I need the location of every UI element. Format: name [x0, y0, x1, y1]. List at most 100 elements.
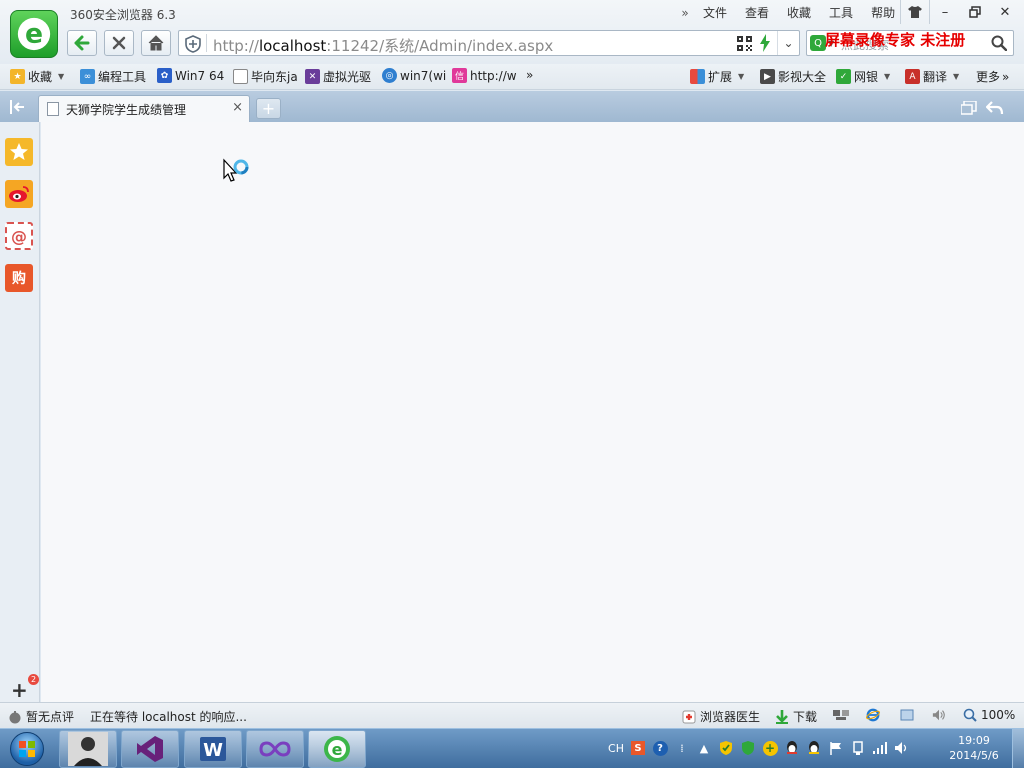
window-mode-button[interactable] — [900, 708, 918, 722]
taskbar-user-photo[interactable] — [59, 730, 117, 768]
home-icon — [148, 35, 164, 51]
sidebar-add-button[interactable]: + — [11, 678, 28, 702]
page-content-area[interactable] — [41, 122, 1024, 702]
search-button[interactable] — [985, 31, 1013, 55]
toolbar-ebank[interactable]: ✓ 网银 ▼ — [836, 68, 890, 85]
toolbar-video[interactable]: ▶ 影视大全 — [760, 68, 826, 85]
bookmark-virtual-drive[interactable]: ✕ 虚拟光驱 — [305, 68, 371, 85]
app-title: 360安全浏览器 6.3 — [70, 8, 176, 22]
taskbar-infinity-app[interactable] — [246, 730, 304, 768]
taskbar-visual-studio[interactable] — [121, 730, 179, 768]
tab-close-icon[interactable]: × — [232, 100, 243, 115]
bookmark-programming-tools[interactable]: ∞ 编程工具 — [80, 68, 146, 85]
bookmark-win7-wi[interactable]: ◎ win7(wi — [382, 68, 446, 83]
double-chevron-right-icon[interactable]: » — [676, 6, 694, 20]
usb-device-icon[interactable] — [847, 733, 869, 763]
home-button[interactable] — [141, 30, 171, 56]
ime-settings-icon[interactable]: ⁞ — [671, 733, 693, 763]
undo-close-tab-button[interactable] — [982, 99, 1008, 117]
security-shield-icon[interactable] — [183, 34, 203, 54]
action-center-flag-icon[interactable] — [825, 733, 847, 763]
page-icon — [233, 69, 248, 84]
antivirus-tray-icon[interactable] — [737, 733, 759, 763]
sogou-ime-icon[interactable]: S — [627, 733, 649, 763]
compat-mode-button[interactable] — [832, 708, 854, 722]
network-icon[interactable] — [869, 733, 891, 763]
show-desktop-button[interactable] — [1012, 729, 1024, 768]
stop-button[interactable] — [104, 30, 134, 56]
toolbar-label: 翻译 — [923, 70, 948, 84]
show-hidden-icons[interactable]: ▲ — [693, 733, 715, 763]
svg-text:e: e — [25, 19, 43, 50]
security-shield-tray-icon[interactable] — [715, 733, 737, 763]
toolbar-more[interactable]: 更多» — [976, 68, 1009, 85]
bookmark-label: 毕向东ja — [251, 70, 298, 84]
qq-tray-icon[interactable] — [781, 733, 803, 763]
ie-engine-button[interactable] — [866, 708, 884, 722]
visual-studio-icon — [137, 736, 163, 762]
volume-button[interactable] — [932, 708, 950, 722]
sidebar-weibo-button[interactable] — [5, 180, 33, 208]
menu-tools[interactable]: 工具 — [829, 4, 853, 21]
bookmark-favorites[interactable]: ★ 收藏 ▼ — [10, 68, 64, 85]
minimize-icon[interactable]: – — [930, 0, 960, 24]
zoom-control[interactable]: 100% — [963, 708, 1015, 722]
browser-doctor-button[interactable]: 浏览器医生 — [682, 708, 760, 725]
menu-file[interactable]: 文件 — [703, 4, 727, 21]
close-icon[interactable]: ✕ — [990, 0, 1020, 24]
undo-arrow-icon — [986, 101, 1004, 115]
bookmark-bixiangdong[interactable]: 毕向东ja — [233, 68, 298, 85]
rating-text: 暂无点评 — [26, 710, 75, 724]
toolbar-translate[interactable]: A 翻译 ▼ — [905, 68, 959, 85]
sidebar-favorites-button[interactable] — [5, 138, 33, 166]
loading-text: 正在等待 localhost 的响应... — [90, 710, 247, 724]
new-tab-button[interactable]: + — [256, 98, 281, 119]
qr-code-icon[interactable] — [737, 36, 752, 51]
recorder-watermark: 屏幕录像专家 未注册 — [825, 31, 966, 49]
volume-tray-icon[interactable] — [891, 733, 913, 763]
skin-icon[interactable] — [900, 0, 930, 24]
system-clock[interactable]: 19:09 2014/5/6 — [940, 733, 1008, 763]
menu-view[interactable]: 查看 — [745, 4, 769, 21]
bookmark-label: http://w — [470, 68, 517, 83]
360-browser-icon: e — [324, 736, 350, 762]
bookmark-http-w[interactable]: 信 http://w — [452, 68, 517, 83]
bookmark-win7-64[interactable]: ✿ Win7 64 — [157, 68, 224, 83]
speed-mode-bolt-icon[interactable] — [759, 34, 771, 52]
download-button[interactable]: 下载 — [775, 708, 817, 725]
start-button[interactable] — [2, 730, 52, 768]
bookmarks-overflow[interactable]: » — [526, 68, 533, 82]
toolbar-extensions[interactable]: 扩展 ▼ — [690, 68, 744, 85]
plus-tray-icon[interactable]: + — [759, 733, 781, 763]
bookmark-label: win7(wi — [400, 68, 447, 83]
browser-logo-icon[interactable]: e — [10, 10, 58, 58]
tab-student-grades[interactable]: 天狮学院学生成绩管理 × — [38, 95, 250, 122]
toolbar-label: 扩展 — [708, 70, 733, 84]
input-language[interactable]: CH — [605, 733, 627, 763]
url-text[interactable]: http://localhost:11242/系统/Admin/index.as… — [213, 35, 553, 56]
menu-help[interactable]: 帮助 — [871, 4, 895, 21]
taskbar-360-browser[interactable]: e — [308, 730, 366, 768]
address-bar[interactable]: http://localhost:11242/系统/Admin/index.as… — [178, 30, 800, 56]
help-icon[interactable]: ? — [649, 733, 671, 763]
sidebar-mail-button[interactable]: @ — [5, 222, 33, 250]
sidebar-shopping-button[interactable]: 购 — [5, 264, 33, 292]
address-dropdown-chevron-icon[interactable]: ⌄ — [777, 31, 799, 55]
qq-tray-icon-2[interactable] — [803, 733, 825, 763]
menu-favorites[interactable]: 收藏 — [787, 4, 811, 21]
back-button[interactable] — [67, 30, 97, 56]
notification-badge: 2 — [28, 674, 39, 685]
bookmark-label: Win7 64 — [175, 68, 225, 83]
translate-icon: A — [905, 69, 920, 84]
download-label: 下载 — [793, 710, 818, 724]
page-rating[interactable]: 暂无点评 — [8, 708, 74, 725]
tab-list-button[interactable] — [956, 99, 982, 117]
chevron-down-icon: ▼ — [58, 72, 65, 81]
sidebar-toggle-button[interactable] — [6, 98, 30, 116]
paw-icon: ✿ — [157, 68, 172, 83]
weibo-icon — [9, 186, 29, 202]
taskbar-word[interactable]: W — [184, 730, 242, 768]
url-rest: :11242/系统/Admin/index.aspx — [326, 37, 554, 55]
restore-icon[interactable] — [960, 0, 990, 24]
chevron-down-icon: ▼ — [884, 72, 891, 81]
